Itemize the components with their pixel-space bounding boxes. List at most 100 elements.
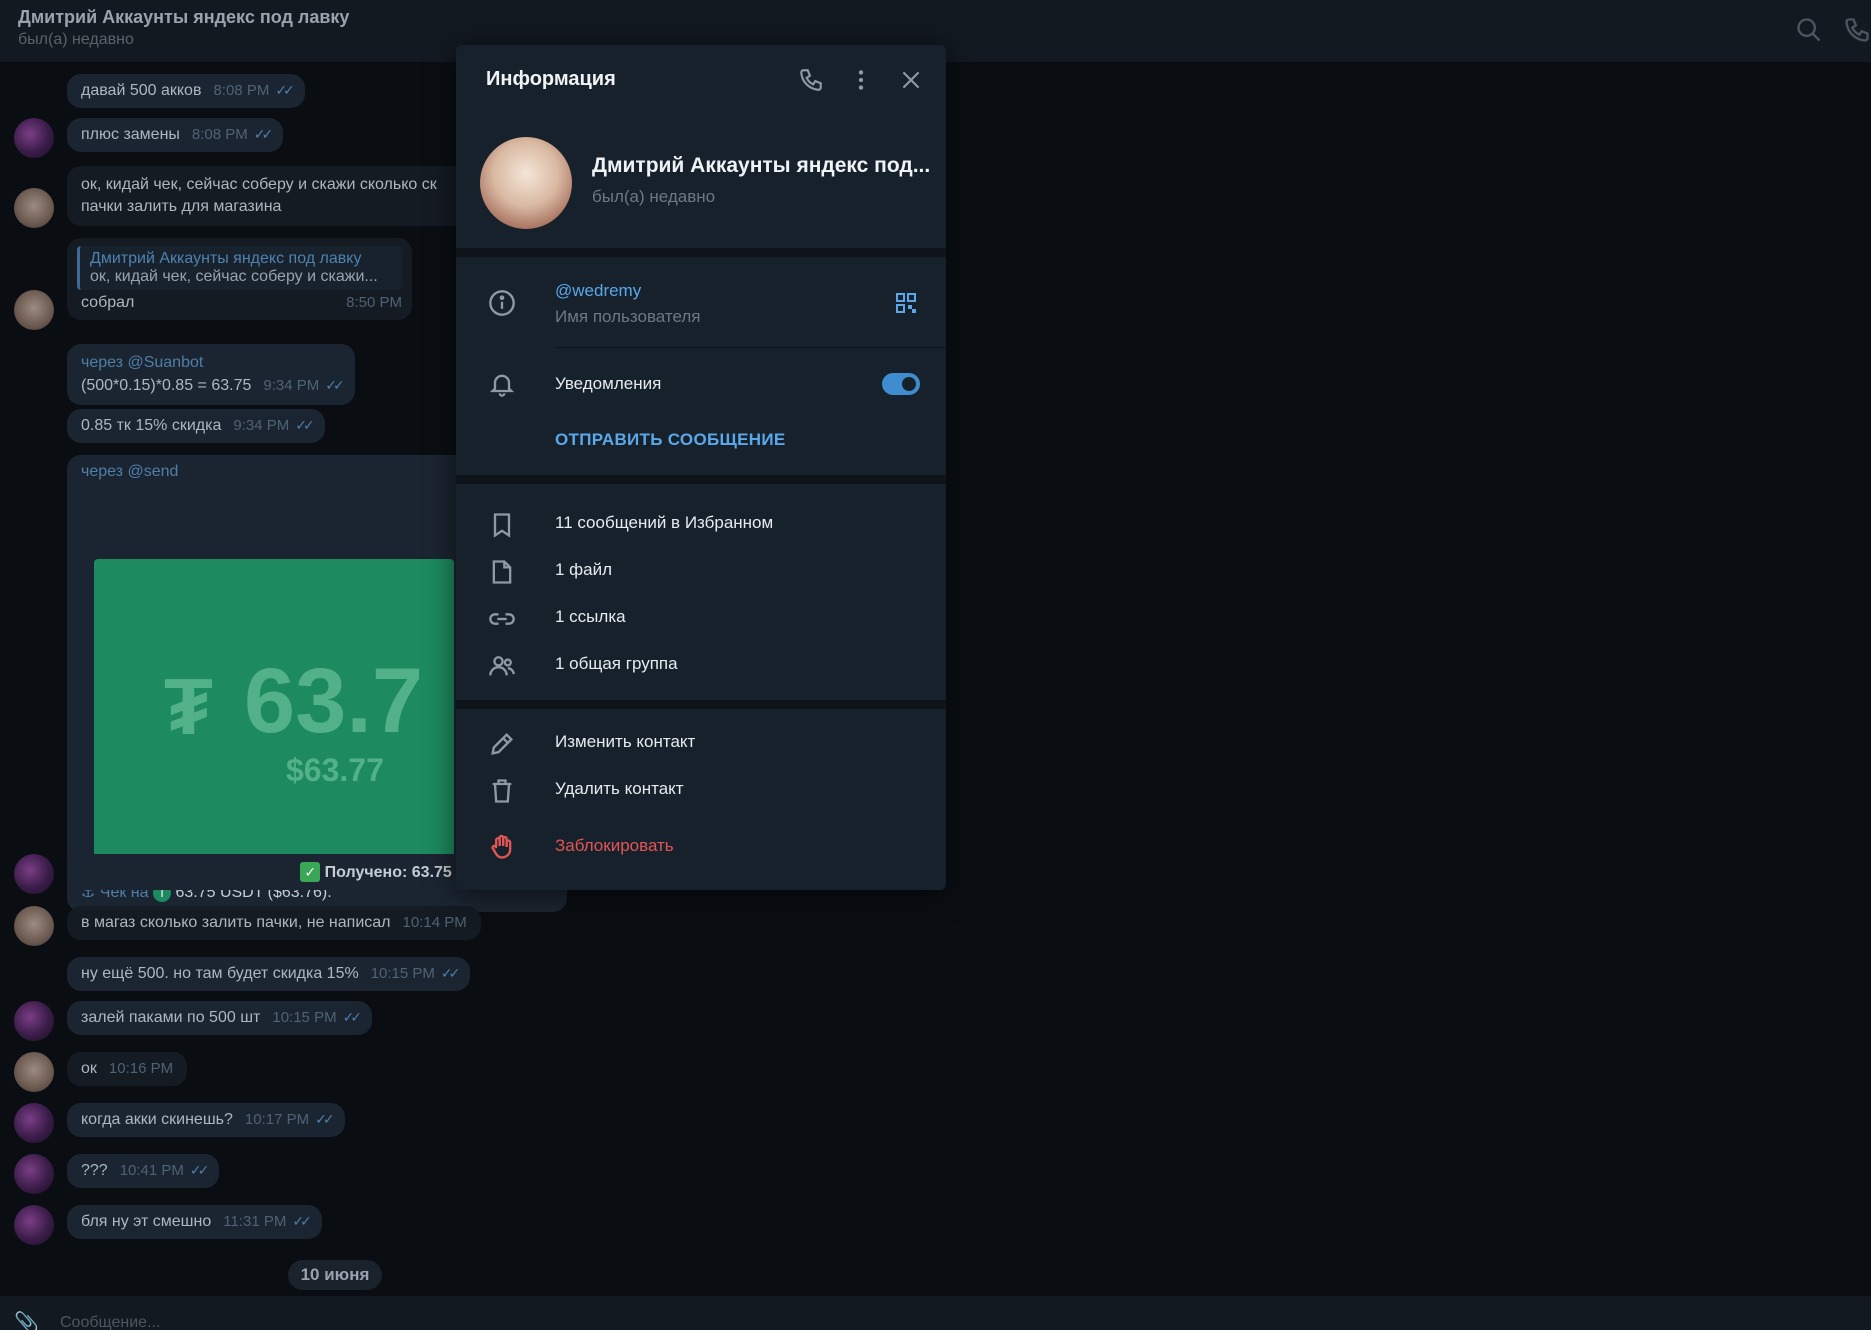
- notifications-toggle[interactable]: [882, 373, 920, 395]
- message-time: 10:16 PM: [108, 1060, 174, 1077]
- avatar[interactable]: [14, 906, 54, 946]
- message-bubble[interactable]: ??? 10:41 PM ✓✓: [67, 1154, 220, 1188]
- message-time: 10:14 PM: [402, 914, 467, 931]
- message-bubble[interactable]: плюс замены 8:08 PM ✓✓: [67, 118, 284, 152]
- qr-code-icon[interactable]: [894, 291, 918, 315]
- links-item[interactable]: 1 ссылка: [555, 607, 626, 627]
- read-check-icon: ✓✓: [189, 1162, 210, 1178]
- message-time: 10:15 PM: [370, 965, 435, 982]
- message-text: давай 500 акков: [81, 82, 202, 99]
- message-bubble[interactable]: через @Suanbot (500*0.15)*0.85 = 63.75 9:…: [67, 344, 355, 405]
- message-text: собрал: [81, 294, 135, 311]
- message-bubble[interactable]: ну ещё 500. но там будет скидка 15% 10:15…: [67, 957, 471, 991]
- message-text: в магаз сколько залить пачки, не написал: [81, 914, 391, 931]
- message-text: плюс замены: [81, 126, 180, 143]
- read-check-icon: ✓✓: [253, 126, 274, 142]
- message-bubble[interactable]: ок 10:16 PM: [67, 1052, 188, 1086]
- message-text: (500*0.15)*0.85 = 63.75: [81, 377, 252, 394]
- avatar[interactable]: [14, 854, 54, 894]
- message-bubble[interactable]: бля ну эт смешно 11:31 PM ✓✓: [67, 1205, 322, 1239]
- message-time: 8:08 PM: [191, 126, 248, 143]
- avatar[interactable]: [14, 1103, 54, 1143]
- attach-icon[interactable]: 📎: [14, 1310, 39, 1330]
- read-check-icon: ✓✓: [292, 1213, 312, 1229]
- message-text: ок: [81, 1060, 97, 1077]
- avatar[interactable]: [14, 290, 54, 330]
- date-divider: 10 июня: [288, 1260, 382, 1290]
- message-text: бля ну эт смешно: [81, 1213, 212, 1230]
- username-label: Имя пользователя: [555, 307, 701, 326]
- divider: [456, 700, 946, 709]
- message-text: пачки залить для магазина: [81, 198, 282, 215]
- files-item[interactable]: 1 файл: [555, 560, 612, 580]
- message-time: 10:15 PM: [272, 1009, 337, 1026]
- profile-status: был(а) недавно: [592, 187, 716, 206]
- bookmark-icon: [493, 513, 511, 538]
- message-input[interactable]: Сообщение...: [60, 1314, 160, 1330]
- message-text: ???: [81, 1162, 108, 1179]
- message-composer[interactable]: 📎 Сообщение...: [0, 1296, 1871, 1330]
- info-panel: Информация Дмитрий Аккаунты яндекс под..…: [456, 45, 946, 890]
- message-time: 10:17 PM: [244, 1111, 310, 1128]
- message-text: ну ещё 500. но там будет скидка 15%: [81, 965, 359, 982]
- notifications-label: Уведомления: [555, 374, 662, 393]
- message-time: 9:34 PM: [233, 417, 290, 434]
- message-bubble[interactable]: 0.85 тк 15% скидка 9:34 PM ✓✓: [67, 409, 325, 443]
- read-check-icon: ✓✓: [315, 1111, 335, 1127]
- bell-icon: [489, 374, 515, 397]
- read-check-icon: ✓✓: [275, 82, 295, 98]
- call-icon[interactable]: [798, 67, 824, 93]
- link-icon: [489, 613, 515, 625]
- saved-messages-item[interactable]: 11 сообщений в Избранном: [555, 513, 773, 533]
- delete-contact-button[interactable]: Удалить контакт: [555, 779, 684, 799]
- file-icon: [492, 560, 512, 584]
- divider: [456, 248, 946, 257]
- profile-avatar[interactable]: [480, 137, 572, 229]
- message-time: 11:31 PM: [223, 1213, 287, 1230]
- message-bubble[interactable]: когда акки скинешь? 10:17 PM ✓✓: [67, 1103, 345, 1137]
- message-time: 8:50 PM: [346, 294, 402, 311]
- check-image[interactable]: ₮ 63.7 $63.77: [94, 559, 454, 864]
- hand-block-icon: [491, 834, 512, 859]
- avatar[interactable]: [14, 1001, 54, 1041]
- avatar[interactable]: [14, 1205, 54, 1245]
- search-icon[interactable]: [1795, 16, 1823, 44]
- panel-title: Информация: [486, 68, 616, 90]
- check-amount: 63.7: [244, 650, 424, 752]
- read-check-icon: ✓✓: [342, 1009, 363, 1025]
- message-bubble[interactable]: ок, кидай чек, сейчас соберу и скажи ско…: [67, 166, 487, 226]
- group-icon: [489, 656, 515, 676]
- avatar[interactable]: [14, 118, 54, 158]
- message-time: 10:41 PM: [119, 1162, 184, 1179]
- username-link[interactable]: @wedremy: [555, 281, 641, 301]
- message-text: когда акки скинешь?: [81, 1111, 233, 1128]
- reply-quote[interactable]: Дмитрий Аккаунты яндекс под лавку ок, ки…: [77, 246, 402, 290]
- message-time: 9:34 PM: [263, 377, 320, 394]
- avatar[interactable]: [14, 1052, 54, 1092]
- message-bubble[interactable]: залей паками по 500 шт 10:15 PM ✓✓: [67, 1001, 373, 1035]
- close-icon[interactable]: [898, 67, 924, 93]
- avatar[interactable]: [14, 1154, 54, 1194]
- send-message-button[interactable]: ОТПРАВИТЬ СООБЩЕНИЕ: [555, 430, 786, 450]
- message-text: ок, кидай чек, сейчас соберу и скажи ско…: [81, 176, 437, 193]
- tether-logo-icon: ₮: [164, 662, 213, 751]
- quote-author: Дмитрий Аккаунты яндекс под лавку: [90, 250, 362, 267]
- block-button[interactable]: Заблокировать: [555, 836, 674, 856]
- call-icon[interactable]: [1843, 16, 1871, 44]
- avatar[interactable]: [14, 188, 54, 228]
- message-text: 0.85 тк 15% скидка: [81, 417, 222, 434]
- chat-title[interactable]: Дмитрий Аккаунты яндекс под лавку: [18, 7, 349, 28]
- divider: [456, 475, 946, 484]
- edit-contact-button[interactable]: Изменить контакт: [555, 732, 695, 752]
- profile-name: Дмитрий Аккаунты яндекс под...: [592, 154, 931, 177]
- message-bubble[interactable]: давай 500 акков 8:08 PM ✓✓: [67, 74, 305, 108]
- common-groups-item[interactable]: 1 общая группа: [555, 654, 678, 674]
- trash-icon: [492, 779, 512, 803]
- message-bubble[interactable]: Дмитрий Аккаунты яндекс под лавку ок, ки…: [67, 238, 412, 320]
- more-icon[interactable]: [848, 67, 874, 93]
- info-icon: [489, 290, 515, 316]
- message-bubble[interactable]: в магаз сколько залить пачки, не написал…: [67, 906, 481, 940]
- quote-text: ок, кидай чек, сейчас соберу и скажи...: [90, 268, 378, 285]
- via-bot-label[interactable]: через @Suanbot: [81, 352, 341, 374]
- message-text: залей паками по 500 шт: [81, 1009, 261, 1026]
